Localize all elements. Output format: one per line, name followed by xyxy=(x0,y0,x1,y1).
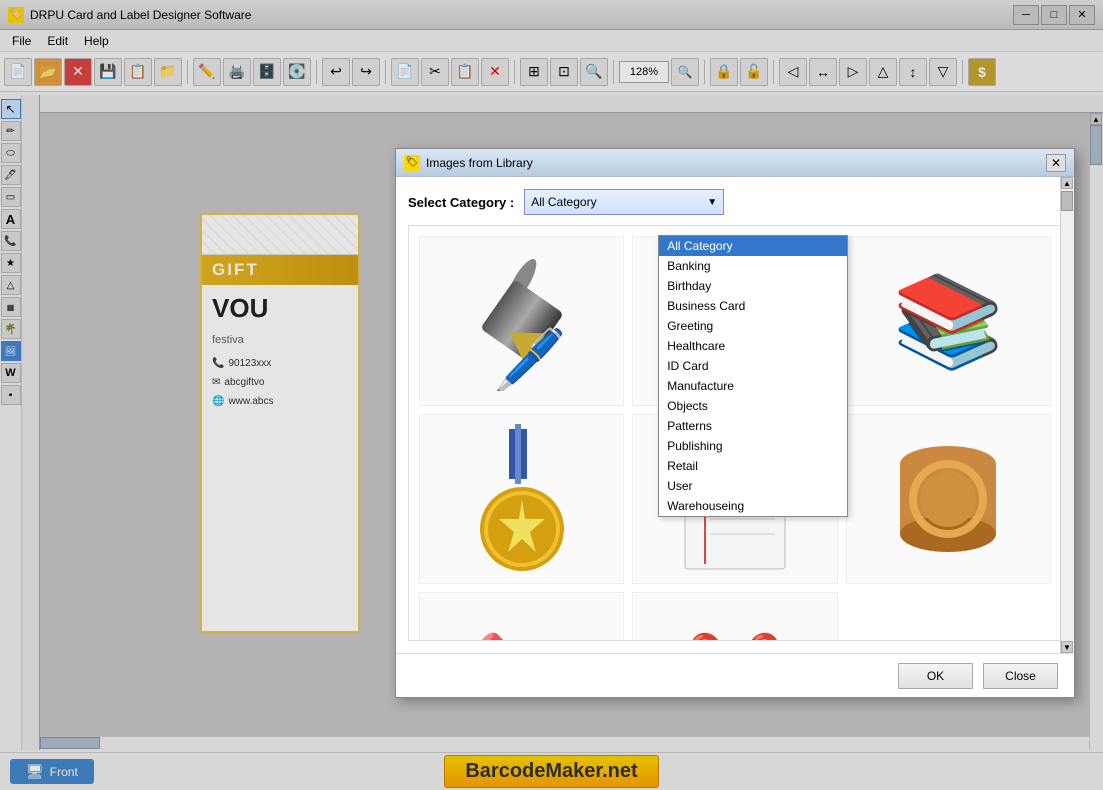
category-item-user[interactable]: User xyxy=(659,476,847,496)
image-cell-pen[interactable]: 🖊️ xyxy=(419,236,624,406)
category-item-publishing[interactable]: Publishing xyxy=(659,436,847,456)
images-library-dialog: 🏷 Images from Library ✕ Select Category … xyxy=(395,148,1075,698)
medal-svg xyxy=(467,424,577,574)
category-item-warehouseing[interactable]: Warehouseing xyxy=(659,496,847,516)
category-dropdown-list: All Category Banking Birthday Business C… xyxy=(658,235,848,517)
ok-button[interactable]: OK xyxy=(898,663,973,689)
category-row: Select Category : All Category ▼ All Cat… xyxy=(408,189,1062,215)
category-select-wrapper: All Category ▼ All Category Banking Birt… xyxy=(524,189,724,215)
category-item-patterns[interactable]: Patterns xyxy=(659,416,847,436)
image-cell-scissors[interactable]: ✂️ xyxy=(632,592,837,641)
dialog-overlay: 🏷 Images from Library ✕ Select Category … xyxy=(0,0,1103,790)
scissors-emoji: ✂️ xyxy=(685,630,785,641)
category-dropdown[interactable]: All Category ▼ xyxy=(524,189,724,215)
category-item-banking[interactable]: Banking xyxy=(659,256,847,276)
dialog-body: Select Category : All Category ▼ All Cat… xyxy=(396,177,1074,653)
dialog-scroll-thumb[interactable] xyxy=(1061,191,1073,211)
category-item-manufacture[interactable]: Manufacture xyxy=(659,376,847,396)
dialog-footer: OK Close xyxy=(396,653,1074,697)
category-item-birthday[interactable]: Birthday xyxy=(659,276,847,296)
dialog-icon: 🏷 xyxy=(404,155,420,171)
dialog-title-left: 🏷 Images from Library xyxy=(404,155,533,171)
image-cell-medal[interactable] xyxy=(419,414,624,584)
category-item-business-card[interactable]: Business Card xyxy=(659,296,847,316)
pen-svg: 🖊️ xyxy=(462,251,582,391)
category-item-id-card[interactable]: ID Card xyxy=(659,356,847,376)
category-item-healthcare[interactable]: Healthcare xyxy=(659,336,847,356)
category-item-retail[interactable]: Retail xyxy=(659,456,847,476)
category-item-all[interactable]: All Category xyxy=(659,236,847,256)
image-cell-pencil[interactable]: ✏️ xyxy=(419,592,624,641)
image-cell-spool[interactable] xyxy=(846,414,1051,584)
dropdown-arrow-icon: ▼ xyxy=(707,197,717,208)
dialog-title-text: Images from Library xyxy=(426,156,533,170)
dialog-scrollbar[interactable]: ▲ ▼ xyxy=(1060,177,1074,653)
svg-text:🖊️: 🖊️ xyxy=(492,326,567,391)
selected-category-text: All Category xyxy=(531,195,596,209)
image-cell-books[interactable]: 📚 xyxy=(846,236,1051,406)
dialog-title-bar: 🏷 Images from Library ✕ xyxy=(396,149,1074,177)
category-item-greeting[interactable]: Greeting xyxy=(659,316,847,336)
dialog-close-x-button[interactable]: ✕ xyxy=(1046,154,1066,172)
category-label: Select Category : xyxy=(408,195,514,210)
books-emoji: 📚 xyxy=(892,269,1004,374)
category-item-objects[interactable]: Objects xyxy=(659,396,847,416)
dialog-close-button[interactable]: Close xyxy=(983,663,1058,689)
pencil-emoji: ✏️ xyxy=(472,630,572,641)
spool-svg xyxy=(893,444,1003,554)
